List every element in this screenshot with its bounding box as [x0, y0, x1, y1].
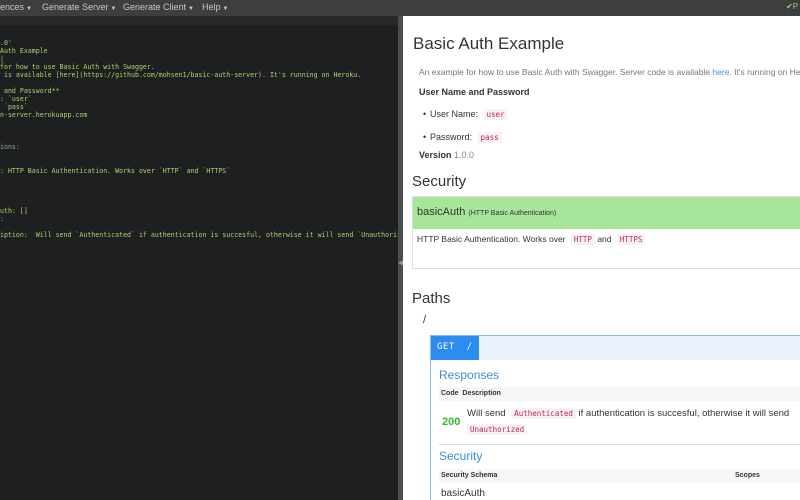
- menu-preferences[interactable]: ences ▼: [0, 2, 32, 12]
- editor-line: uth: []: [0, 207, 28, 215]
- editor-line: |: [0, 55, 4, 63]
- code: HTTPS: [616, 234, 646, 245]
- editor-line: is available [here](https://github.com/m…: [0, 71, 362, 79]
- editor-line: :: [0, 215, 4, 223]
- scheme-name: basicAuth: [417, 206, 466, 218]
- here-link[interactable]: here: [712, 67, 729, 77]
- status-indicator: ✔P: [786, 2, 798, 11]
- yaml-editor[interactable]: .0' Auth Example | for how to use Basic Aut…: [0, 16, 398, 500]
- col-scopes: Scopes: [735, 472, 760, 479]
- label: Password:: [430, 132, 473, 142]
- security-header: basicAuth (HTTP Basic Authentication) A: [413, 197, 800, 229]
- menu-label: Generate Server: [42, 2, 109, 12]
- menu-label: Generate Client: [123, 2, 187, 12]
- code: HTTP: [570, 234, 595, 245]
- editor-line: Auth Example: [0, 47, 48, 55]
- editor-line: iption: Will send `Authenticated` if aut…: [0, 231, 398, 239]
- text: if authentication is succesful, otherwis…: [578, 408, 790, 419]
- get-method-badge[interactable]: GET /: [431, 336, 479, 360]
- menu-help[interactable]: Help ▼: [202, 2, 228, 12]
- api-description: An example for how to use Basic Auth wit…: [419, 67, 800, 77]
- menu-generate-client[interactable]: Generate Client ▼: [123, 2, 194, 12]
- editor-line: `pass`: [0, 103, 28, 111]
- text: Will send: [467, 408, 506, 419]
- editor-line: n-server.herokuapp.com: [0, 111, 88, 119]
- code: Unauthorized: [467, 424, 528, 435]
- col-code: Code: [441, 390, 459, 397]
- response-description: Will send Authenticated if authenticatio…: [467, 406, 789, 438]
- col-schema: Security Schema: [441, 472, 498, 479]
- editor-line: and Password**: [0, 87, 60, 95]
- text: and: [597, 234, 612, 244]
- path-label[interactable]: /: [423, 314, 426, 326]
- security-definition: basicAuth (HTTP Basic Authentication) A …: [412, 196, 800, 269]
- menu-generate-server[interactable]: Generate Server ▼: [42, 2, 117, 12]
- text: HTTP Basic Authentication. Works over: [417, 234, 566, 244]
- responses-table-header: Code Description: [439, 387, 800, 401]
- editor-line: for how to use Basic Auth with Swagger.: [0, 63, 155, 71]
- status-text: P: [792, 2, 798, 11]
- editor-header: [0, 16, 398, 25]
- top-menu-bar: ences ▼ Generate Server ▼ Generate Client ▼…: [0, 0, 800, 16]
- col-description: Description: [462, 390, 501, 397]
- response-code: 200: [442, 416, 461, 428]
- desc-text: An example for how to use Basic Auth wit…: [419, 67, 713, 77]
- pass-item: Password: pass: [423, 132, 502, 143]
- code: Authenticated: [511, 408, 576, 419]
- menu-label: Help: [202, 2, 221, 12]
- code: pass: [477, 132, 502, 143]
- paths-heading: Paths: [412, 290, 451, 307]
- desc-text: . It's running on Heroku.: [729, 67, 800, 77]
- api-title: Basic Auth Example: [413, 34, 565, 53]
- label: User Name:: [430, 109, 479, 119]
- check-icon: ✔: [786, 2, 793, 11]
- security-heading: Security: [412, 173, 467, 190]
- path: /: [466, 342, 473, 352]
- responses-heading: Responses: [439, 368, 500, 382]
- user-item: User Name: user: [423, 109, 508, 120]
- operation-get: GET / Responses Code Description 200 Wil…: [430, 335, 800, 500]
- version: Version 1.0.0: [419, 150, 474, 160]
- value: 1.0.0: [454, 150, 475, 160]
- editor-line: : HTTP Basic Authentication. Works over …: [0, 167, 231, 175]
- label: Version: [419, 150, 452, 160]
- editor-line: ions:: [0, 143, 20, 151]
- security-schema: basicAuth: [441, 488, 485, 499]
- scheme-description: HTTP Basic Authentication. Works over HT…: [413, 229, 800, 249]
- editor-line: .0': [0, 39, 12, 47]
- scheme-type: (HTTP Basic Authentication): [468, 210, 557, 217]
- userpass-heading: User Name and Password: [419, 87, 530, 97]
- op-security-heading: Security: [439, 449, 483, 463]
- preview-pane: Basic Auth Example An example for how to…: [403, 16, 800, 500]
- operation-header[interactable]: GET /: [431, 336, 800, 360]
- divider: [439, 444, 800, 445]
- method: GET: [437, 342, 455, 352]
- code: user: [483, 109, 508, 120]
- security-table-header: Security Schema Scopes: [439, 469, 800, 483]
- editor-line: : `user`: [0, 95, 32, 103]
- menu-label: ences: [0, 2, 25, 12]
